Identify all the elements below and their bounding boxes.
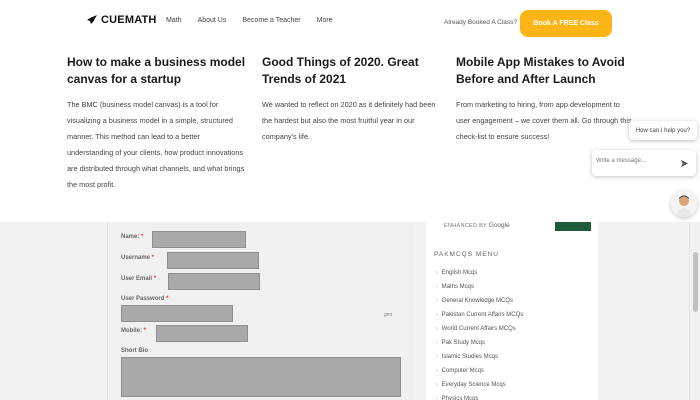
chat-agent-avatar[interactable] [671,191,697,217]
password-label: User Password * [121,296,169,302]
menu-item[interactable]: › Computer Mcqs [436,364,523,378]
scrollbar[interactable] [689,222,700,400]
menu-item[interactable]: › Physics Mcqs [436,392,523,400]
search-button[interactable] [555,222,591,231]
menu-item-label: English Mcqs [441,270,478,276]
menu-item-label: Maths Mcqs [441,284,475,290]
email-input[interactable] [168,273,260,290]
person-avatar-icon [671,191,697,217]
email-label: User Email * [121,276,157,282]
name-label: Name: * [121,234,144,240]
username-label: Username * [121,255,155,261]
name-input[interactable] [152,231,246,248]
chevron-right-icon: › [436,270,438,276]
password-input[interactable] [121,305,233,322]
chat-box [592,150,696,176]
blog-section: How to make a business model canvas for … [0,46,700,222]
chat-greeting[interactable]: How can I help you? [629,121,697,140]
book-free-class-button[interactable]: Book A FREE Class [520,10,612,37]
blog-card-text: From marketing to hiring, from app devel… [456,100,632,141]
chevron-right-icon: › [436,382,438,388]
blog-card[interactable]: How to make a business model canvas for … [67,54,247,193]
nav-math[interactable]: Math [166,17,182,24]
chevron-right-icon: › [436,298,438,304]
chevron-right-icon: › [436,284,438,290]
generate-password-link[interactable]: gen [384,312,392,318]
menu-item-label: Physics Mcqs [441,396,479,400]
menu-item[interactable]: › Pak Study Mcqs [436,336,523,350]
menu-item[interactable]: › Islamic Studies Mcqs [436,350,523,364]
menu-item-label: Pakistan Current Affairs MCQs [441,312,524,318]
enhanced-by-google: ENHANCED BY Google [444,222,510,229]
logo-text: CUEMATH [101,14,157,26]
menu-title: PAKMCQS MENU [434,251,499,258]
menu-item[interactable]: › World Current Affairs MCQs [436,322,523,336]
blog-card[interactable]: Mobile App Mistakes to Avoid Before and … [456,54,636,145]
menu-item-label: Everyday Science Mcqs [441,382,506,388]
chevron-right-icon: › [436,354,438,360]
chevron-right-icon: › [436,326,438,332]
blog-card-title[interactable]: How to make a business model canvas for … [67,54,247,88]
chevron-right-icon: › [436,312,438,318]
blog-card-text: We wanted to reflect on 2020 as it defin… [262,100,436,141]
top-navbar: CUEMATH Math About Us Become a Teacher M… [0,0,700,46]
menu-item-label: Computer Mcqs [441,368,485,374]
logo[interactable]: CUEMATH [86,14,157,26]
menu-item-label: Pak Study Mcqs [441,340,486,346]
mobile-input[interactable] [156,325,248,342]
chevron-right-icon: › [436,396,438,400]
blog-card-text: The BMC (business model canvas) is a too… [67,100,245,189]
menu-item-label: World Current Affairs MCQs [441,326,516,332]
send-button[interactable] [678,157,690,169]
menu-item[interactable]: › Maths Mcqs [436,280,523,294]
main-nav: Math About Us Become a Teacher More [166,17,349,24]
menu-item[interactable]: › General Knowledge MCQs [436,294,523,308]
menu-list: › English Mcqs › Maths Mcqs › General Knowled… [436,266,523,400]
bio-textarea[interactable] [121,357,401,397]
send-icon [680,159,688,167]
nav-become-a-teacher[interactable]: Become a Teacher [242,17,300,24]
nav-about-us[interactable]: About Us [198,17,227,24]
blog-card[interactable]: Good Things of 2020. Great Trends of 202… [262,54,442,145]
menu-item-label: Islamic Studies Mcqs [441,354,499,360]
chevron-right-icon: › [436,340,438,346]
mobile-label: Mobile: * [121,328,147,334]
chat-message-input[interactable] [596,158,674,164]
menu-item-label: General Knowledge MCQs [441,298,514,304]
scrollbar-thumb[interactable] [693,252,698,312]
rocket-icon [87,15,97,24]
menu-item[interactable]: › Pakistan Current Affairs MCQs [436,308,523,322]
sidebar: ENHANCED BY Google PAKMCQS MENU › English… [426,222,598,400]
blog-card-title[interactable]: Mobile App Mistakes to Avoid Before and … [456,54,636,88]
nav-more[interactable]: More [317,17,333,24]
chevron-right-icon: › [436,368,438,374]
signup-form: Name: * Username * User Email * User Pas… [107,222,414,400]
menu-item[interactable]: › Everyday Science Mcqs [436,378,523,392]
menu-item[interactable]: › English Mcqs [436,266,523,280]
page: Name: * Username * User Email * User Pas… [0,0,700,400]
bio-label: Short Bio [121,348,148,354]
already-booked-link[interactable]: Already Booked A Class? [444,19,517,26]
blog-card-title[interactable]: Good Things of 2020. Great Trends of 202… [262,54,442,88]
username-input[interactable] [167,252,259,269]
